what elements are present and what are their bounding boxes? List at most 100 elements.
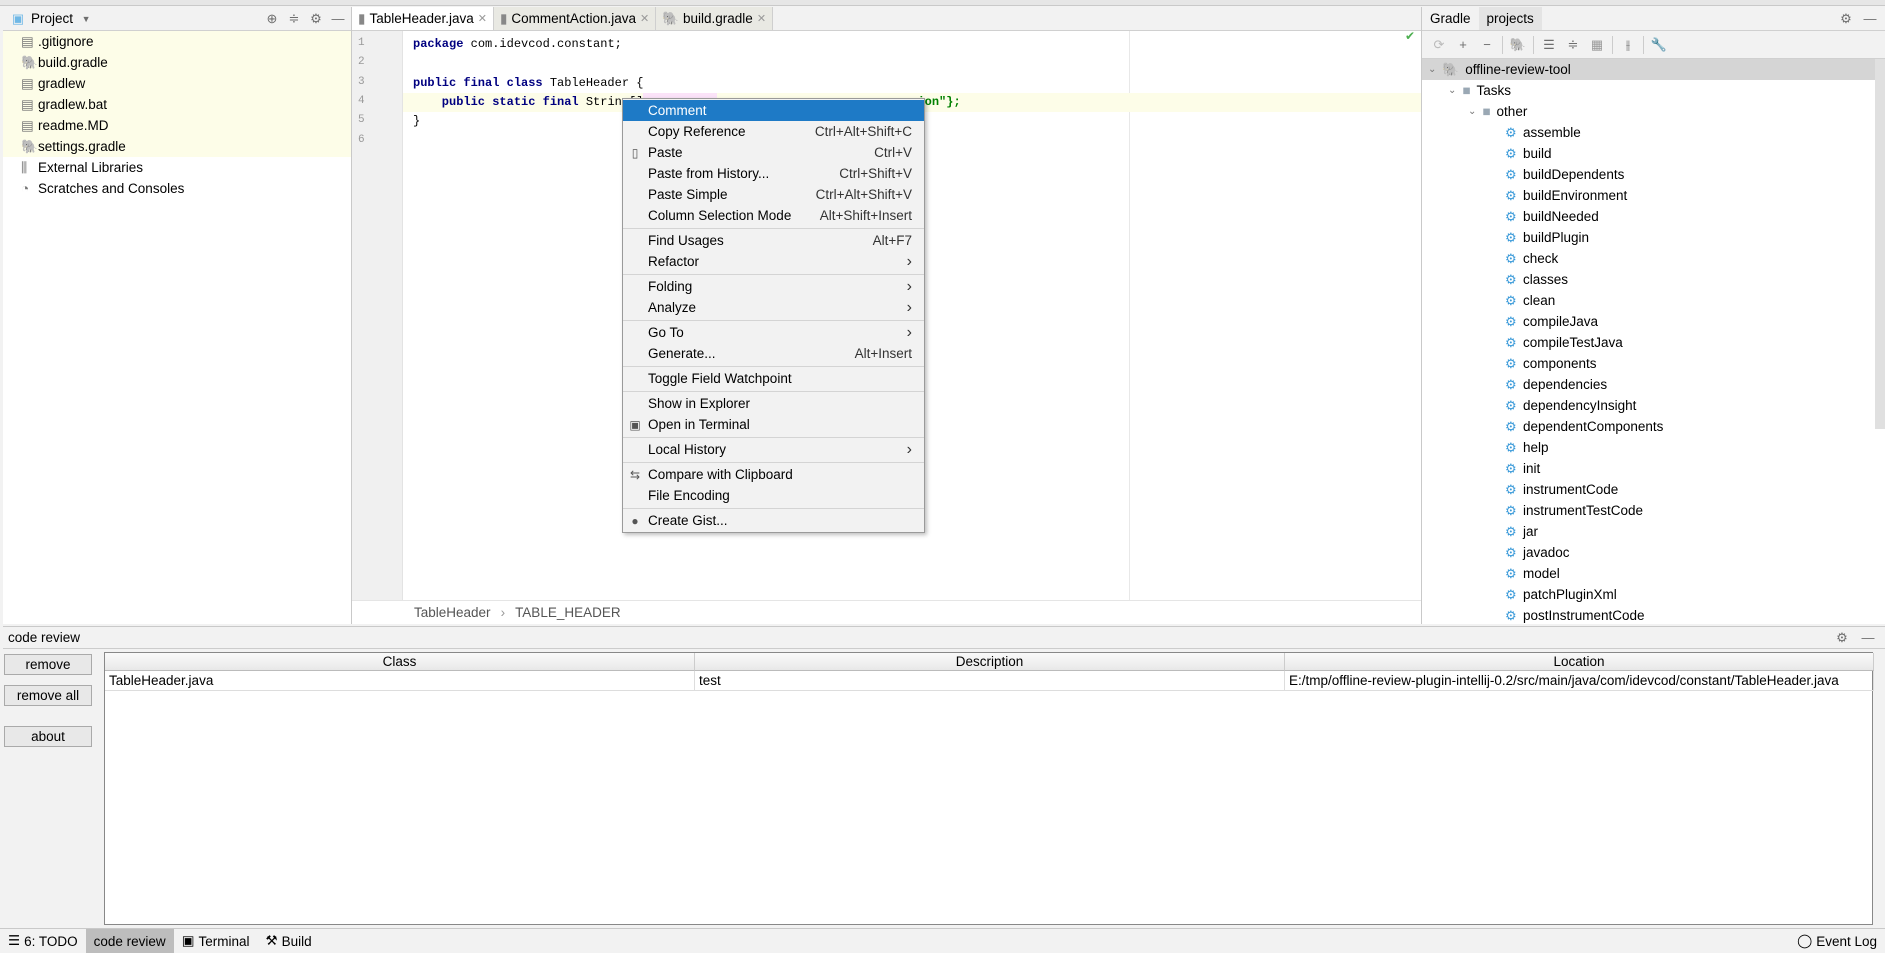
- editor-tab[interactable]: ▮ TableHeader.java ✕: [352, 7, 494, 30]
- tree-item[interactable]: 🐘 build.gradle: [3, 52, 351, 73]
- menu-item-generate[interactable]: Generate... Alt+Insert: [623, 343, 924, 364]
- editor-tab[interactable]: 🐘 build.gradle ✕: [656, 7, 774, 30]
- menu-item-file-encoding[interactable]: File Encoding: [623, 485, 924, 506]
- event-log-button[interactable]: ◯ Event Log: [1789, 929, 1885, 953]
- toggle-offline-icon[interactable]: ⫲: [1619, 36, 1637, 54]
- plus-icon[interactable]: +: [1454, 36, 1472, 54]
- gradle-task[interactable]: ⚙ dependencyInsight: [1422, 395, 1885, 416]
- menu-item-create-gist[interactable]: ● Create Gist...: [623, 510, 924, 531]
- remove-all-button[interactable]: remove all: [4, 685, 92, 706]
- minus-icon[interactable]: −: [1478, 36, 1496, 54]
- menu-item-open-in-terminal[interactable]: ▣ Open in Terminal: [623, 414, 924, 435]
- gradle-group-node[interactable]: ⌄ ■ other: [1422, 101, 1885, 122]
- chevron-down-icon[interactable]: ⌄: [1428, 64, 1436, 75]
- breadcrumb-class[interactable]: TableHeader: [414, 605, 491, 620]
- menu-item-toggle-field-watchpoint[interactable]: Toggle Field Watchpoint: [623, 368, 924, 389]
- project-title[interactable]: Project: [31, 11, 73, 26]
- tree-item[interactable]: ▤ .gitignore: [3, 31, 351, 52]
- gradle-task[interactable]: ⚙ buildNeeded: [1422, 206, 1885, 227]
- gradle-elephant-icon[interactable]: 🐘: [1509, 36, 1527, 54]
- gradle-tasks-node[interactable]: ⌄ ■ Tasks: [1422, 80, 1885, 101]
- remove-button[interactable]: remove: [4, 654, 92, 675]
- tree-item[interactable]: 🐘 settings.gradle: [3, 136, 351, 157]
- gradle-task[interactable]: ⚙ dependentComponents: [1422, 416, 1885, 437]
- wrench-icon[interactable]: 🔧: [1650, 36, 1668, 54]
- gradle-task[interactable]: ⚙ build: [1422, 143, 1885, 164]
- minimize-icon[interactable]: —: [1861, 10, 1879, 28]
- refresh-icon[interactable]: ⟳: [1430, 36, 1448, 54]
- gradle-task[interactable]: ⚙ buildDependents: [1422, 164, 1885, 185]
- tree-item[interactable]: ◔ Scratches and Consoles: [3, 178, 351, 199]
- collapse-icon[interactable]: ≑: [285, 10, 303, 28]
- gear-icon[interactable]: ⚙: [307, 10, 325, 28]
- gradle-task[interactable]: ⚙ postInstrumentCode: [1422, 605, 1885, 626]
- gradle-task[interactable]: ⚙ clean: [1422, 290, 1885, 311]
- tree-item[interactable]: ▤ readme.MD: [3, 115, 351, 136]
- close-icon[interactable]: ✕: [757, 12, 766, 25]
- gradle-task[interactable]: ⚙ javadoc: [1422, 542, 1885, 563]
- chevron-down-icon[interactable]: ▼: [77, 10, 95, 28]
- gradle-task[interactable]: ⚙ init: [1422, 458, 1885, 479]
- scrollbar[interactable]: [1875, 59, 1885, 429]
- tool-window-build[interactable]: ⚒ Build: [257, 929, 319, 953]
- expand-all-icon[interactable]: ☰: [1540, 36, 1558, 54]
- chevron-down-icon[interactable]: ⌄: [1448, 85, 1456, 96]
- menu-item-copy-reference[interactable]: Copy Reference Ctrl+Alt+Shift+C: [623, 121, 924, 142]
- tab-gradle[interactable]: Gradle: [1422, 7, 1479, 30]
- menu-item-paste-from-history[interactable]: Paste from History... Ctrl+Shift+V: [623, 163, 924, 184]
- minimize-icon[interactable]: —: [1859, 629, 1877, 647]
- locate-icon[interactable]: ⊕: [263, 10, 281, 28]
- gradle-task[interactable]: ⚙ classes: [1422, 269, 1885, 290]
- menu-item-paste-simple[interactable]: Paste Simple Ctrl+Alt+Shift+V: [623, 184, 924, 205]
- menu-item-column-selection-mode[interactable]: Column Selection Mode Alt+Shift+Insert: [623, 205, 924, 226]
- gradle-task[interactable]: ⚙ model: [1422, 563, 1885, 584]
- breadcrumb-field[interactable]: TABLE_HEADER: [515, 605, 621, 620]
- group-tasks-icon[interactable]: ▦: [1588, 36, 1606, 54]
- gradle-task[interactable]: ⚙ dependencies: [1422, 374, 1885, 395]
- gradle-task[interactable]: ⚙ jar: [1422, 521, 1885, 542]
- tool-window-terminal[interactable]: ▣ Terminal: [174, 929, 258, 953]
- gradle-task[interactable]: ⚙ help: [1422, 437, 1885, 458]
- editor-tab[interactable]: ▮ CommentAction.java ✕: [493, 7, 657, 30]
- menu-item-analyze[interactable]: Analyze ›: [623, 297, 924, 318]
- tool-window-code-review[interactable]: code review: [85, 929, 174, 953]
- gradle-root[interactable]: ⌄ 🐘 offline-review-tool: [1422, 59, 1885, 80]
- menu-item-folding[interactable]: Folding ›: [623, 276, 924, 297]
- gradle-task[interactable]: ⚙ compileTestJava: [1422, 332, 1885, 353]
- gradle-task[interactable]: ⚙ instrumentCode: [1422, 479, 1885, 500]
- close-icon[interactable]: ✕: [478, 12, 487, 25]
- table-cell[interactable]: TableHeader.java: [105, 671, 695, 691]
- gradle-task[interactable]: ⚙ components: [1422, 353, 1885, 374]
- minimize-icon[interactable]: —: [329, 10, 347, 28]
- menu-item-show-in-explorer[interactable]: Show in Explorer: [623, 393, 924, 414]
- menu-item-go-to[interactable]: Go To ›: [623, 322, 924, 343]
- table-cell[interactable]: E:/tmp/offline-review-plugin-intellij-0.…: [1285, 671, 1874, 691]
- table-cell[interactable]: test: [695, 671, 1285, 691]
- gear-icon[interactable]: ⚙: [1833, 629, 1851, 647]
- gradle-task[interactable]: ⚙ check: [1422, 248, 1885, 269]
- gradle-task[interactable]: ⚙ instrumentTestCode: [1422, 500, 1885, 521]
- about-button[interactable]: about: [4, 726, 92, 747]
- gradle-task[interactable]: ⚙ compileJava: [1422, 311, 1885, 332]
- gradle-task[interactable]: ⚙ patchPluginXml: [1422, 584, 1885, 605]
- tree-item[interactable]: ▤ gradlew.bat: [3, 94, 351, 115]
- gradle-task[interactable]: ⚙ buildEnvironment: [1422, 185, 1885, 206]
- column-header[interactable]: Class: [105, 653, 695, 671]
- menu-item-refactor[interactable]: Refactor ›: [623, 251, 924, 272]
- collapse-all-icon[interactable]: ≑: [1564, 36, 1582, 54]
- tab-projects[interactable]: projects: [1478, 7, 1542, 30]
- menu-item-paste[interactable]: ▯ Paste Ctrl+V: [623, 142, 924, 163]
- column-header[interactable]: Location: [1285, 653, 1874, 671]
- tool-window-6-todo[interactable]: ☰ 6: TODO: [0, 929, 86, 953]
- menu-item-local-history[interactable]: Local History ›: [623, 439, 924, 460]
- tree-item[interactable]: ⫼ External Libraries: [3, 157, 351, 178]
- menu-item-compare-with-clipboard[interactable]: ⇆ Compare with Clipboard: [623, 464, 924, 485]
- gear-icon[interactable]: ⚙: [1837, 10, 1855, 28]
- menu-item-comment[interactable]: Comment: [623, 100, 924, 121]
- chevron-down-icon[interactable]: ⌄: [1468, 106, 1476, 117]
- gradle-task[interactable]: ⚙ buildPlugin: [1422, 227, 1885, 248]
- gradle-task[interactable]: ⚙ assemble: [1422, 122, 1885, 143]
- close-icon[interactable]: ✕: [640, 12, 649, 25]
- menu-item-find-usages[interactable]: Find Usages Alt+F7: [623, 230, 924, 251]
- column-header[interactable]: Description: [695, 653, 1285, 671]
